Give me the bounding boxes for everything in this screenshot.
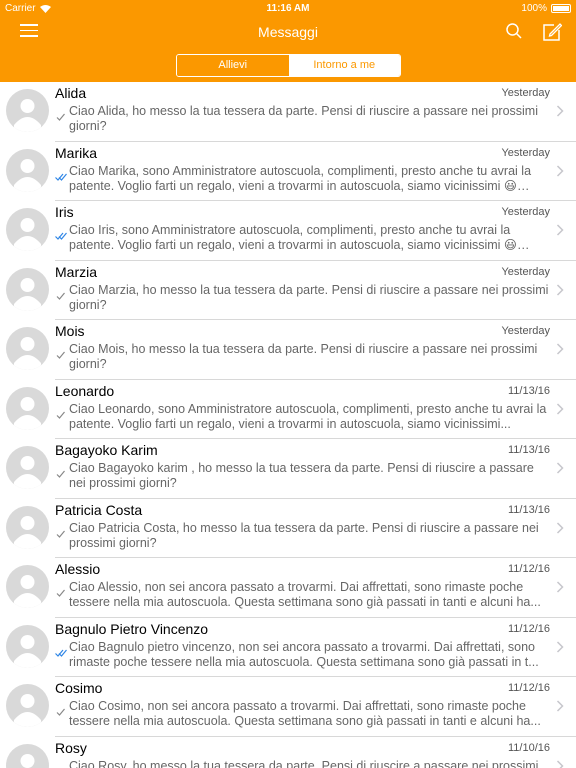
status-right: 100% bbox=[521, 3, 571, 14]
message-preview: Ciao Bagayoko karim , ho messo la tua te… bbox=[69, 461, 534, 490]
avatar-icon bbox=[6, 624, 49, 668]
message-preview: Ciao Alessio, non sei ancora passato a t… bbox=[69, 580, 541, 609]
sent-check-icon bbox=[56, 411, 65, 419]
message-date: 11/10/16 bbox=[507, 741, 550, 754]
message-preview: Ciao Alida, ho messo la tua tessera da p… bbox=[69, 104, 538, 133]
avatar-icon bbox=[6, 148, 49, 192]
message-date: Yesterday bbox=[501, 146, 550, 159]
message-preview: Ciao Iris, sono Amministratore autoscuol… bbox=[69, 223, 530, 252]
page-title: Messaggi bbox=[258, 24, 318, 40]
chevron-right-icon bbox=[556, 759, 564, 768]
sent-check-icon bbox=[56, 708, 65, 716]
chevron-right-icon bbox=[556, 343, 564, 355]
contact-name: Cosimo bbox=[55, 680, 103, 696]
message-row-6[interactable]: Bagayoko Karim 11/13/16 Ciao Bagayoko ka… bbox=[0, 439, 576, 499]
message-preview: Ciao Leonardo, sono Amministratore autos… bbox=[69, 401, 547, 431]
contact-name: Rosy bbox=[55, 739, 87, 756]
avatar-icon bbox=[6, 505, 49, 549]
read-check-icon bbox=[55, 649, 67, 657]
chevron-right-icon bbox=[556, 224, 564, 236]
message-date: Yesterday bbox=[501, 206, 550, 218]
contact-name: Mois bbox=[55, 323, 85, 339]
chevron-right-icon bbox=[556, 402, 564, 415]
nav-bar: Messaggi bbox=[0, 18, 576, 48]
chevron-right-icon bbox=[556, 640, 564, 653]
contact-name: Bagnulo Pietro Vincenzo bbox=[55, 620, 209, 637]
message-row-1[interactable]: Marika Yesterday Ciao Marika, sono Ammin… bbox=[0, 142, 576, 202]
message-row-5[interactable]: Leonardo 11/13/16 Ciao Leonardo, sono Am… bbox=[0, 380, 576, 440]
message-date: 11/13/16 bbox=[507, 384, 550, 397]
contact-name: Leonardo bbox=[55, 382, 115, 399]
message-list: Alida Yesterday Ciao Alida, ho messo la … bbox=[0, 82, 576, 768]
app-header: Carrier 11:16 AM 100% Messaggi Allievi I… bbox=[0, 0, 576, 82]
segment-control: Allievi Intorno a me bbox=[176, 54, 401, 77]
avatar-icon bbox=[6, 386, 49, 430]
message-date: 11/13/16 bbox=[507, 444, 550, 456]
message-date: 11/13/16 bbox=[507, 503, 550, 516]
message-row-0[interactable]: Alida Yesterday Ciao Alida, ho messo la … bbox=[0, 82, 576, 142]
contact-name: Alessio bbox=[55, 561, 101, 577]
message-row-7[interactable]: Patricia Costa 11/13/16 Ciao Patricia Co… bbox=[0, 499, 576, 559]
chevron-right-icon bbox=[556, 581, 564, 593]
chevron-right-icon bbox=[556, 700, 564, 712]
avatar-icon bbox=[6, 446, 49, 489]
chevron-right-icon bbox=[556, 105, 564, 117]
contact-name: Marzia bbox=[55, 263, 98, 280]
message-date: 11/12/16 bbox=[507, 563, 550, 575]
message-date: Yesterday bbox=[501, 265, 550, 278]
status-bar: Carrier 11:16 AM 100% bbox=[0, 0, 576, 18]
chevron-right-icon bbox=[556, 283, 564, 296]
compose-icon[interactable] bbox=[542, 22, 562, 42]
message-row-11[interactable]: Rosy 11/10/16 Ciao Rosy, ho messo la tua… bbox=[0, 737, 576, 768]
avatar-icon bbox=[6, 684, 49, 727]
message-date: Yesterday bbox=[501, 325, 550, 337]
sent-check-icon bbox=[56, 470, 65, 478]
read-check-icon bbox=[55, 173, 67, 181]
sent-check-icon bbox=[56, 530, 65, 538]
message-preview: Ciao Mois, ho messo la tua tessera da pa… bbox=[69, 342, 538, 371]
sent-check-icon bbox=[56, 351, 65, 359]
contact-name: Bagayoko Karim bbox=[55, 442, 158, 458]
chevron-right-icon bbox=[556, 164, 564, 177]
contact-name: Alida bbox=[55, 85, 87, 101]
avatar-icon bbox=[6, 267, 49, 311]
message-preview: Ciao Bagnulo pietro vincenzo, non sei an… bbox=[69, 639, 539, 669]
chevron-right-icon bbox=[556, 462, 564, 474]
segment-allievi[interactable]: Allievi bbox=[177, 55, 289, 76]
avatar-icon bbox=[6, 89, 49, 132]
contact-name: Patricia Costa bbox=[55, 501, 143, 518]
message-preview: Ciao Marika, sono Amministratore autoscu… bbox=[69, 163, 532, 193]
search-icon[interactable] bbox=[505, 22, 523, 40]
message-preview: Ciao Patricia Costa, ho messo la tua tes… bbox=[69, 520, 539, 550]
battery-icon bbox=[551, 4, 571, 13]
chevron-right-icon bbox=[556, 521, 564, 534]
message-date: Yesterday bbox=[501, 87, 550, 99]
message-row-4[interactable]: Mois Yesterday Ciao Mois, ho messo la tu… bbox=[0, 320, 576, 380]
message-preview: Ciao Rosy, ho messo la tua tessera da pa… bbox=[69, 758, 539, 768]
sent-check-icon bbox=[56, 292, 65, 300]
message-row-10[interactable]: Cosimo 11/12/16 Ciao Cosimo, non sei anc… bbox=[0, 677, 576, 737]
status-time: 11:16 AM bbox=[266, 3, 310, 14]
avatar-icon bbox=[6, 743, 49, 768]
message-row-3[interactable]: Marzia Yesterday Ciao Marzia, ho messo l… bbox=[0, 261, 576, 321]
sent-check-icon bbox=[56, 589, 65, 597]
sent-check-icon bbox=[56, 113, 65, 121]
message-row-8[interactable]: Alessio 11/12/16 Ciao Alessio, non sei a… bbox=[0, 558, 576, 618]
avatar-icon bbox=[6, 327, 49, 370]
message-row-2[interactable]: Iris Yesterday Ciao Iris, sono Amministr… bbox=[0, 201, 576, 261]
read-check-icon bbox=[55, 232, 67, 240]
message-preview: Ciao Cosimo, non sei ancora passato a tr… bbox=[69, 699, 541, 728]
message-row-9[interactable]: Bagnulo Pietro Vincenzo 11/12/16 Ciao Ba… bbox=[0, 618, 576, 678]
contact-name: Iris bbox=[55, 204, 74, 220]
message-date: 11/12/16 bbox=[507, 682, 550, 694]
segment-intorno-a-me[interactable]: Intorno a me bbox=[288, 55, 400, 76]
message-preview: Ciao Marzia, ho messo la tua tessera da … bbox=[69, 282, 549, 312]
battery-percent: 100% bbox=[521, 3, 547, 14]
avatar-icon bbox=[6, 565, 49, 608]
contact-name: Marika bbox=[55, 144, 98, 161]
message-date: 11/12/16 bbox=[507, 622, 550, 635]
avatar-icon bbox=[6, 208, 49, 251]
